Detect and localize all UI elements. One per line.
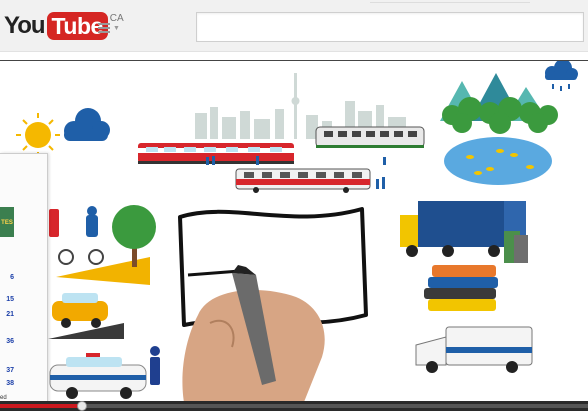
books-stack-illustration <box>424 265 498 311</box>
taxi-illustration <box>48 293 124 339</box>
overlay-logo-text: TES <box>1 220 13 226</box>
overlay-number: 37 <box>6 367 14 374</box>
masthead: You Tube CA ▼ <box>0 0 588 52</box>
video-player[interactable]: TES 6 15 21 36 37 38 ed <box>0 60 588 411</box>
guide-menu-icon <box>98 23 110 33</box>
chevron-down-icon: ▼ <box>113 24 120 32</box>
forest-and-lake-illustration <box>440 73 558 185</box>
guide-menu-button[interactable]: ▼ <box>98 20 126 36</box>
overlay-number: 36 <box>6 338 14 345</box>
logo-you-text: You <box>4 12 46 39</box>
commuter-train-illustration <box>315 126 425 148</box>
video-frame <box>16 61 578 411</box>
garbage-truck-illustration <box>400 201 528 263</box>
cloud-icon <box>64 108 110 141</box>
progress-played <box>0 404 83 408</box>
overlay-number: 6 <box>10 274 14 281</box>
ambulance-illustration <box>415 326 533 373</box>
bus-illustration <box>235 168 371 193</box>
search-input[interactable] <box>196 12 584 42</box>
overlay-web-page: TES 6 15 21 36 37 38 ed <box>0 153 48 411</box>
rain-cloud-icon <box>545 61 578 91</box>
youtube-page: You Tube CA ▼ TES 6 15 21 36 37 38 ed <box>0 0 588 411</box>
overlay-number: 21 <box>6 311 14 318</box>
cyclist-park-illustration <box>49 205 156 285</box>
masthead-divider <box>370 0 530 3</box>
progress-scrubber-handle[interactable] <box>77 401 88 411</box>
video-progress-bar[interactable] <box>0 401 588 411</box>
police-car-illustration <box>49 346 160 399</box>
sun-icon <box>16 113 60 157</box>
overlay-number: 38 <box>6 380 14 387</box>
progress-track <box>0 404 588 408</box>
overlay-number: 15 <box>6 296 14 303</box>
hand-with-marker-illustration <box>182 265 325 411</box>
streetcar-illustration <box>138 143 294 164</box>
